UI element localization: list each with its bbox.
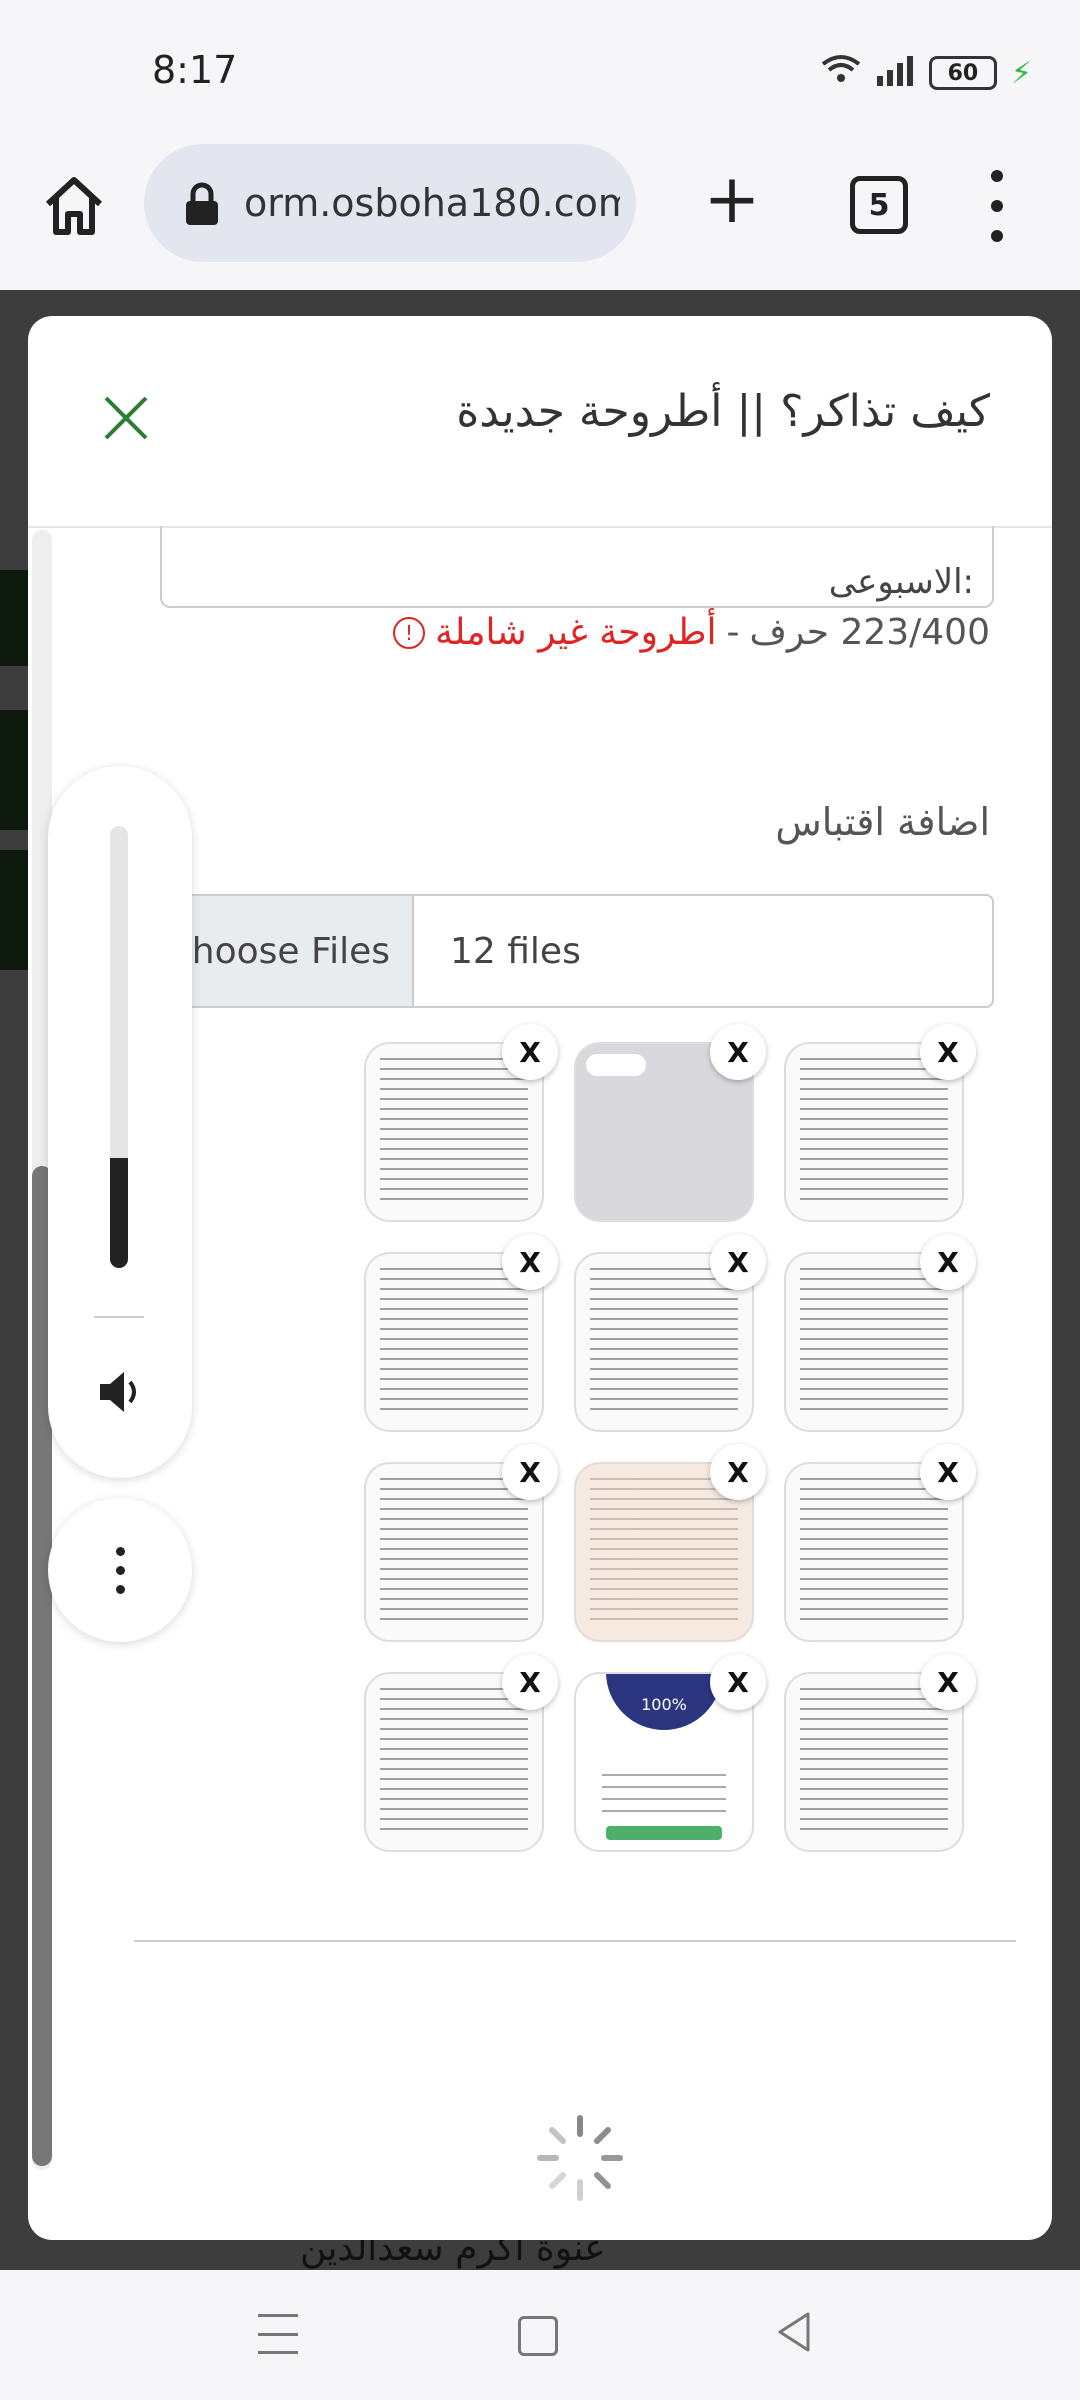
remove-attachment-button[interactable]: X (710, 1234, 766, 1290)
browser-toolbar: orm.osboha180.com + 5 (0, 140, 1080, 290)
divider (134, 1940, 1016, 1942)
char-count: 223/400 حرف (749, 612, 990, 653)
textarea-text: :الاسبوعى (828, 562, 974, 602)
volume-panel (48, 766, 192, 1478)
remove-attachment-button[interactable]: X (502, 1654, 558, 1710)
alert-icon: ! (393, 616, 426, 649)
battery-icon: 60 (928, 56, 997, 90)
remove-attachment-button[interactable]: X (710, 1024, 766, 1080)
lock-icon (184, 181, 220, 225)
thesis-textarea[interactable]: :الاسبوعى (160, 526, 994, 608)
remove-attachment-button[interactable]: X (920, 1024, 976, 1080)
remove-attachment-button[interactable]: X (920, 1654, 976, 1710)
file-count: 12 files (450, 930, 581, 972)
remove-attachment-button[interactable]: X (502, 1234, 558, 1290)
close-button[interactable] (100, 392, 152, 444)
remove-attachment-button[interactable]: X (502, 1444, 558, 1500)
loading-spinner-icon (534, 2112, 626, 2204)
remove-attachment-button[interactable]: X (502, 1024, 558, 1080)
url-text: orm.osboha180.com (244, 181, 620, 225)
browser-menu-button[interactable] (982, 170, 1012, 242)
incomplete-warning: أطروحة غير شاملة (435, 612, 717, 653)
close-icon (104, 396, 148, 440)
address-bar[interactable]: orm.osboha180.com (144, 144, 636, 262)
system-nav-bar (0, 2270, 1080, 2400)
volume-slider[interactable] (110, 826, 128, 1268)
character-counter: 223/400 حرف - أطروحة غير شاملة ! (393, 612, 990, 653)
remove-attachment-button[interactable]: X (920, 1234, 976, 1290)
speaker-icon[interactable] (94, 1366, 146, 1418)
gauge-percent: 100% (606, 1674, 722, 1730)
status-bar: 8:17 60 ⚡ (0, 0, 1080, 140)
remove-attachment-button[interactable]: X (710, 1654, 766, 1710)
new-tab-button[interactable]: + (700, 166, 764, 234)
add-quote-label: اضافة اقتباس (775, 800, 990, 844)
tab-switcher-button[interactable]: 5 (850, 176, 908, 234)
modal-header: كيف تذاكر؟ || أطروحة جديدة (28, 316, 1052, 528)
counter-separator: - (726, 612, 740, 653)
wifi-icon (821, 54, 861, 92)
home-nav-button[interactable] (518, 2316, 558, 2356)
signal-icon (875, 56, 915, 90)
volume-more-button[interactable] (48, 1498, 192, 1642)
clock: 8:17 (152, 48, 238, 92)
choose-files-button[interactable]: Choose Files (162, 896, 414, 1006)
volume-divider (94, 1316, 144, 1318)
status-icons: 60 ⚡ (821, 54, 1032, 92)
remove-attachment-button[interactable]: X (710, 1444, 766, 1500)
volume-level (110, 1157, 128, 1268)
home-icon (45, 177, 103, 235)
back-icon (778, 2312, 810, 2352)
recents-button[interactable] (258, 2314, 298, 2354)
modal-title: كيف تذاكر؟ || أطروحة جديدة (456, 386, 990, 437)
charging-icon: ⚡ (1010, 55, 1032, 91)
back-button[interactable] (774, 2310, 814, 2354)
file-input[interactable]: Choose Files 12 files (160, 894, 994, 1008)
remove-attachment-button[interactable]: X (920, 1444, 976, 1500)
home-button[interactable] (38, 170, 110, 242)
